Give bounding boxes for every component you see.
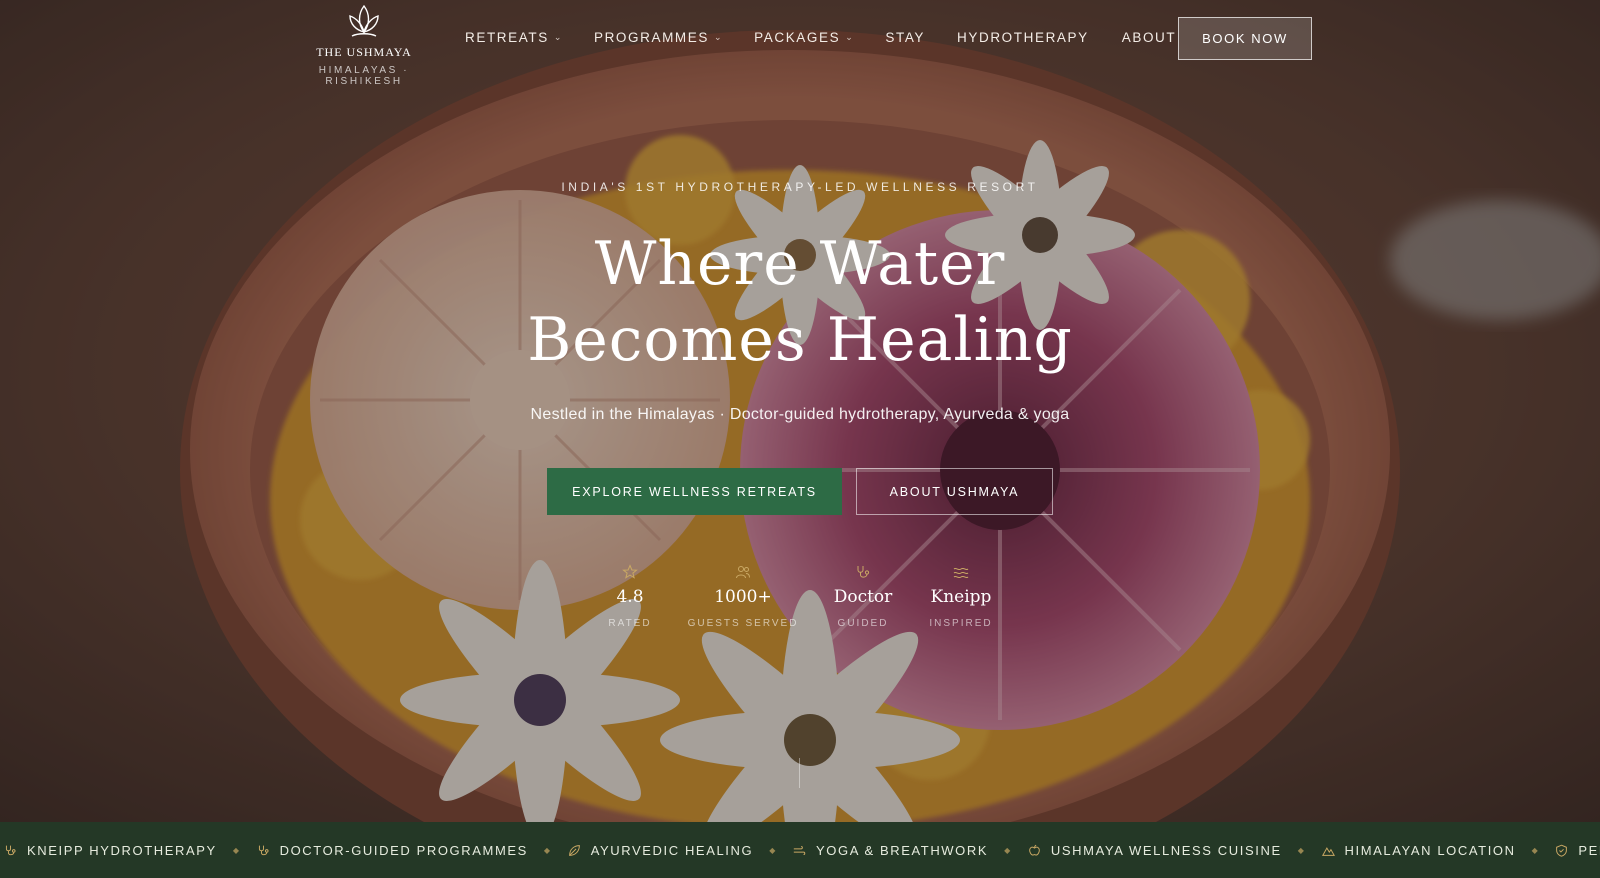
ticker-label: USHMAYA WELLNESS CUISINE — [1050, 842, 1282, 858]
shield-icon — [1556, 844, 1568, 857]
ticker-label: HIMALAYAN LOCATION — [1344, 842, 1516, 858]
brand-logo[interactable]: THE USHMAYA HIMALAYAS · RISHIKESH — [284, 0, 444, 87]
ticker-label: PERSONALISED — [1578, 842, 1600, 858]
stat-value: 1000+ — [714, 587, 772, 607]
diamond-separator-icon: ◆ — [1004, 845, 1012, 855]
nav-item-label: PACKAGES — [754, 30, 841, 45]
ticker-item: DOCTOR-GUIDED PROGRAMMES ◆ — [257, 843, 568, 858]
nav-item-label: RETREATS — [465, 30, 549, 45]
stethoscope-icon — [5, 845, 16, 855]
scroll-indicator — [799, 758, 800, 788]
diamond-separator-icon: ◆ — [769, 845, 777, 855]
about-ushmaya-button[interactable]: ABOUT USHMAYA — [856, 468, 1053, 515]
ticker-item: HIMALAYAN LOCATION ◆ — [1321, 842, 1556, 858]
nav-item-label: HYDROTHERAPY — [957, 30, 1089, 45]
stat-kneipp: Kneipp INSPIRED — [901, 564, 1021, 629]
chevron-down-icon: ⌄ — [845, 32, 855, 42]
stat-label: INSPIRED — [929, 618, 993, 629]
mountain-icon — [1321, 846, 1335, 856]
diamond-separator-icon: ◆ — [543, 845, 552, 855]
nav-item-about[interactable]: ABOUT — [1122, 30, 1177, 45]
brand-tagline: HIMALAYAS · RISHIKESH — [318, 65, 410, 87]
diamond-separator-icon: ◆ — [232, 845, 241, 855]
book-now-button[interactable]: BOOK NOW — [1178, 17, 1312, 60]
hero-headline-line-2: Becomes Healing — [527, 305, 1073, 375]
ticker-item: PERSONALISED — [1555, 843, 1600, 858]
ticker-label: YOGA & BREATHWORK — [816, 842, 989, 858]
stat-label: GUESTS SERVED — [687, 618, 799, 629]
chevron-down-icon: ⌄ — [713, 32, 724, 42]
ticker-item: KNEIPP HYDROTHERAPY ◆ — [4, 843, 257, 858]
nav-item-label: STAY — [885, 30, 926, 45]
ticker-item: YOGA & BREATHWORK ◆ — [793, 843, 1028, 858]
features-ticker: KNEIPP HYDROTHERAPY ◆ DOCTOR-GUIDED PROG… — [0, 822, 1600, 878]
diamond-separator-icon: ◆ — [1297, 845, 1306, 855]
nav-item-retreats[interactable]: RETREATS ⌄ — [465, 30, 563, 45]
diamond-separator-icon: ◆ — [1531, 845, 1540, 855]
stat-value: 4.8 — [616, 587, 644, 607]
explore-retreats-button[interactable]: EXPLORE WELLNESS RETREATS — [547, 468, 842, 515]
nav-item-hydrotherapy[interactable]: HYDROTHERAPY — [957, 30, 1089, 45]
hero-headline-line-1: Where Water — [594, 229, 1006, 299]
wind-icon — [793, 845, 806, 855]
stat-guests: 1000+ GUESTS SERVED — [683, 564, 803, 629]
lotus-logo-icon — [349, 4, 379, 37]
nav-item-packages[interactable]: PACKAGES ⌄ — [754, 30, 854, 45]
nav-item-label: PROGRAMMES — [593, 30, 709, 45]
chevron-down-icon: ⌄ — [553, 32, 563, 42]
hero-subtitle: Nestled in the Himalayas · Doctor-guided… — [530, 406, 1070, 423]
apple-icon — [1029, 844, 1040, 855]
stat-rating: 4.8 RATED — [570, 564, 690, 629]
leaf-icon — [568, 844, 580, 856]
ticker-label: AYURVEDIC HEALING — [590, 842, 754, 858]
ticker-item: AYURVEDIC HEALING ◆ — [568, 843, 793, 858]
star-icon — [622, 564, 638, 579]
hero-eyebrow: INDIA'S 1ST HYDROTHERAPY-LED WELLNESS RE… — [561, 180, 1039, 194]
ticker-item: USHMAYA WELLNESS CUISINE ◆ — [1028, 843, 1322, 858]
ticker-track: KNEIPP HYDROTHERAPY ◆ DOCTOR-GUIDED PROG… — [4, 822, 1600, 878]
nav-item-stay[interactable]: STAY — [885, 30, 925, 45]
stethoscope-icon — [258, 845, 269, 855]
nav-item-label: ABOUT — [1121, 30, 1177, 45]
stat-value: Kneipp — [930, 587, 992, 607]
brand-name: THE USHMAYA — [316, 45, 412, 59]
waves-icon — [953, 567, 969, 579]
users-icon — [736, 566, 750, 579]
stat-label: RATED — [608, 618, 652, 629]
ticker-label: DOCTOR-GUIDED PROGRAMMES — [279, 842, 528, 858]
nav-item-programmes[interactable]: PROGRAMMES ⌄ — [594, 30, 723, 45]
stethoscope-icon — [857, 566, 870, 578]
hero-headline: Where Water Becomes Healing — [0, 226, 1600, 378]
ticker-label: KNEIPP HYDROTHERAPY — [27, 842, 217, 858]
main-nav: RETREATS ⌄ PROGRAMMES ⌄ PACKAGES ⌄ STAY … — [465, 30, 1176, 45]
